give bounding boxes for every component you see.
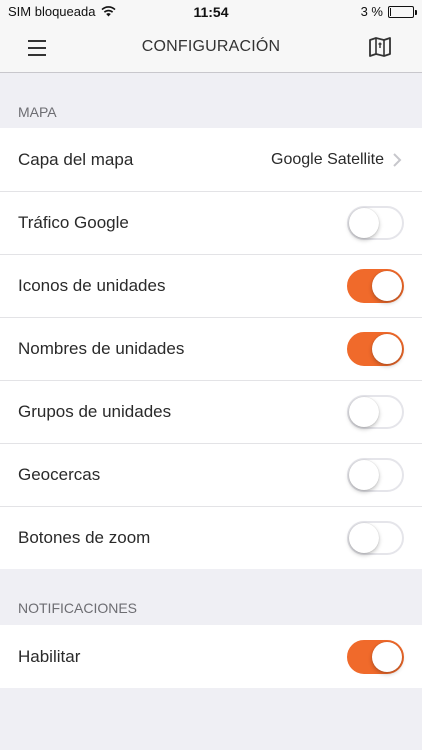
row-geofences: Geocercas (0, 443, 422, 506)
map-icon (369, 37, 391, 57)
toggle-switch[interactable] (347, 395, 404, 429)
row-zoom-buttons: Botones de zoom (0, 506, 422, 569)
row-label: Capa del mapa (18, 149, 134, 169)
row-unit-names: Nombres de unidades (0, 317, 422, 380)
toggle-switch[interactable] (347, 521, 404, 555)
row-map-layer[interactable]: Capa del mapa Google Satellite (0, 128, 422, 191)
row-label: Habilitar (18, 646, 81, 666)
toggle-switch[interactable] (347, 332, 404, 366)
page-title: CONFIGURACIÓN (141, 38, 281, 55)
chevron-right-icon (393, 153, 402, 167)
map-button[interactable] (368, 36, 394, 60)
row-label: Geocercas (18, 464, 101, 484)
status-right: 3 % (360, 4, 417, 19)
section-header-mapa: MAPA (18, 104, 57, 120)
row-unit-icons: Iconos de unidades (0, 254, 422, 317)
toggle-switch[interactable] (347, 640, 404, 674)
battery-percent: 3 % (360, 4, 383, 19)
row-value: Google Satellite (271, 150, 384, 168)
section-header-notificaciones: NOTIFICACIONES (18, 600, 138, 616)
row-label: Nombres de unidades (18, 338, 185, 358)
battery-icon (388, 5, 417, 18)
row-label: Iconos de unidades (18, 275, 166, 295)
row-label: Botones de zoom (18, 527, 151, 547)
row-label: Tráfico Google (18, 212, 129, 232)
row-label: Grupos de unidades (18, 401, 172, 421)
row-google-traffic: Tráfico Google (0, 191, 422, 254)
row-unit-groups: Grupos de unidades (0, 380, 422, 443)
navigation-bar: CONFIGURACIÓN (0, 24, 422, 73)
toggle-switch[interactable] (347, 269, 404, 303)
settings-group-notificaciones: Habilitar (0, 625, 422, 688)
toggle-switch[interactable] (347, 458, 404, 492)
status-bar: SIM bloqueada 11:54 3 % (0, 0, 422, 24)
settings-group-mapa: Capa del mapa Google Satellite Tráfico G… (0, 128, 422, 569)
toggle-switch[interactable] (347, 206, 404, 240)
row-enable-notifications: Habilitar (0, 625, 422, 688)
status-time: 11:54 (193, 4, 229, 20)
